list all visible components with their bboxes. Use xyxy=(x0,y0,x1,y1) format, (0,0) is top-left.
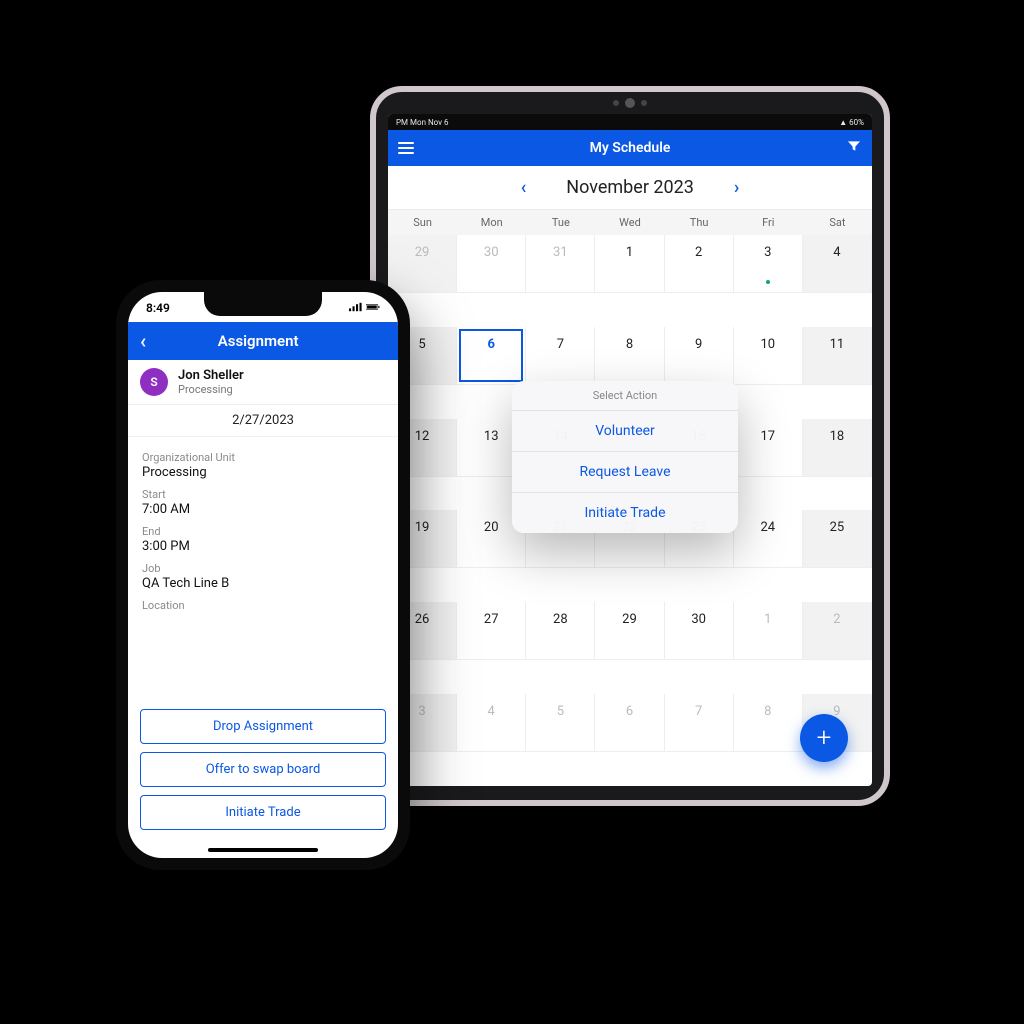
weekday-header: SunMonTueWedThuFriSat xyxy=(388,210,872,235)
weekday-label: Tue xyxy=(526,210,595,235)
month-label: November 2023 xyxy=(566,177,694,198)
calendar-day[interactable]: 2 xyxy=(665,235,734,293)
tablet-camera xyxy=(613,98,647,108)
page-title: Assignment xyxy=(130,332,386,350)
weekday-label: Thu xyxy=(665,210,734,235)
calendar-day[interactable]: 30 xyxy=(665,602,734,660)
calendar-day[interactable]: 28 xyxy=(526,602,595,660)
initiate-trade-button[interactable]: Initiate Trade xyxy=(140,795,386,830)
status-left: PM Mon Nov 6 xyxy=(396,118,449,127)
calendar-day[interactable]: 1 xyxy=(595,235,664,293)
assignment-details: Organizational Unit Processing Start 7:0… xyxy=(128,437,398,614)
user-header: S Jon Sheller Processing xyxy=(128,360,398,405)
action-initiate-trade[interactable]: Initiate Trade xyxy=(512,493,738,533)
user-name: Jon Sheller xyxy=(178,368,244,383)
calendar-day[interactable]: 6 xyxy=(457,327,526,385)
prev-month-button[interactable]: ‹ xyxy=(521,177,527,198)
assignment-date: 2/27/2023 xyxy=(128,405,398,437)
calendar-day[interactable]: 17 xyxy=(734,419,803,477)
calendar-day[interactable]: 8 xyxy=(595,327,664,385)
job-label: Job xyxy=(142,562,384,575)
status-icons xyxy=(349,301,380,315)
event-indicator xyxy=(766,280,770,284)
battery-icon xyxy=(366,302,380,312)
menu-icon[interactable] xyxy=(398,142,414,154)
tablet-app-bar: My Schedule xyxy=(388,130,872,166)
next-month-button[interactable]: › xyxy=(734,177,739,198)
calendar-day[interactable]: 29 xyxy=(595,602,664,660)
weekday-label: Sun xyxy=(388,210,457,235)
action-volunteer[interactable]: Volunteer xyxy=(512,411,738,452)
org-unit-value: Processing xyxy=(142,465,384,480)
calendar-day[interactable]: 7 xyxy=(526,327,595,385)
calendar-day[interactable]: 6 xyxy=(595,694,664,752)
org-unit-label: Organizational Unit xyxy=(142,451,384,464)
tablet-device-frame: PM Mon Nov 6 ▲ 60% My Schedule ‹ Novembe… xyxy=(370,86,890,806)
start-value: 7:00 AM xyxy=(142,502,384,517)
phone-app-bar: ‹ Assignment xyxy=(128,322,398,360)
weekday-label: Sat xyxy=(803,210,872,235)
calendar-day[interactable]: 25 xyxy=(803,510,872,568)
end-label: End xyxy=(142,525,384,538)
calendar-day[interactable]: 10 xyxy=(734,327,803,385)
action-sheet-title: Select Action xyxy=(512,381,738,411)
home-indicator[interactable] xyxy=(208,848,318,852)
signal-icon xyxy=(349,302,363,312)
page-title: My Schedule xyxy=(590,140,671,156)
weekday-label: Mon xyxy=(457,210,526,235)
start-label: Start xyxy=(142,488,384,501)
calendar-day[interactable]: 8 xyxy=(734,694,803,752)
calendar-day[interactable]: 4 xyxy=(803,235,872,293)
status-right: ▲ 60% xyxy=(839,118,864,127)
assignment-actions: Drop Assignment Offer to swap board Init… xyxy=(128,709,398,858)
calendar-day[interactable]: 27 xyxy=(457,602,526,660)
calendar-day[interactable]: 2 xyxy=(803,602,872,660)
wifi-icon: ▲ xyxy=(839,118,847,127)
filter-icon[interactable] xyxy=(846,138,862,158)
weekday-label: Wed xyxy=(595,210,664,235)
location-label: Location xyxy=(142,599,384,612)
calendar-day[interactable]: 3 xyxy=(734,235,803,293)
phone-screen: 8:49 ‹ Assignment S Jon Sheller Processi… xyxy=(128,292,398,858)
phone-notch xyxy=(204,292,322,316)
calendar-day[interactable]: 18 xyxy=(803,419,872,477)
calendar-grid: 2930311234567891011121314151617181920212… xyxy=(388,235,872,786)
calendar-day[interactable]: 31 xyxy=(526,235,595,293)
phone-device-frame: 8:49 ‹ Assignment S Jon Sheller Processi… xyxy=(116,280,410,870)
calendar-day[interactable]: 9 xyxy=(665,327,734,385)
end-value: 3:00 PM xyxy=(142,539,384,554)
month-navigator: ‹ November 2023 › xyxy=(388,166,872,210)
action-request-leave[interactable]: Request Leave xyxy=(512,452,738,493)
action-sheet: Select Action Volunteer Request Leave In… xyxy=(512,381,738,533)
calendar-day[interactable]: 7 xyxy=(665,694,734,752)
calendar-day[interactable]: 24 xyxy=(734,510,803,568)
calendar-day[interactable]: 11 xyxy=(803,327,872,385)
offer-swap-button[interactable]: Offer to swap board xyxy=(140,752,386,787)
calendar-day[interactable]: 1 xyxy=(734,602,803,660)
calendar-day[interactable]: 29 xyxy=(388,235,457,293)
job-value: QA Tech Line B xyxy=(142,576,384,591)
status-time: 8:49 xyxy=(146,301,170,315)
calendar-day[interactable]: 30 xyxy=(457,235,526,293)
calendar-day[interactable]: 4 xyxy=(457,694,526,752)
tablet-screen: PM Mon Nov 6 ▲ 60% My Schedule ‹ Novembe… xyxy=(388,114,872,786)
add-button[interactable]: + xyxy=(800,714,848,762)
tablet-status-bar: PM Mon Nov 6 ▲ 60% xyxy=(388,114,872,130)
avatar: S xyxy=(140,368,168,396)
drop-assignment-button[interactable]: Drop Assignment xyxy=(140,709,386,744)
weekday-label: Fri xyxy=(734,210,803,235)
user-role: Processing xyxy=(178,383,244,396)
calendar-day[interactable]: 5 xyxy=(526,694,595,752)
